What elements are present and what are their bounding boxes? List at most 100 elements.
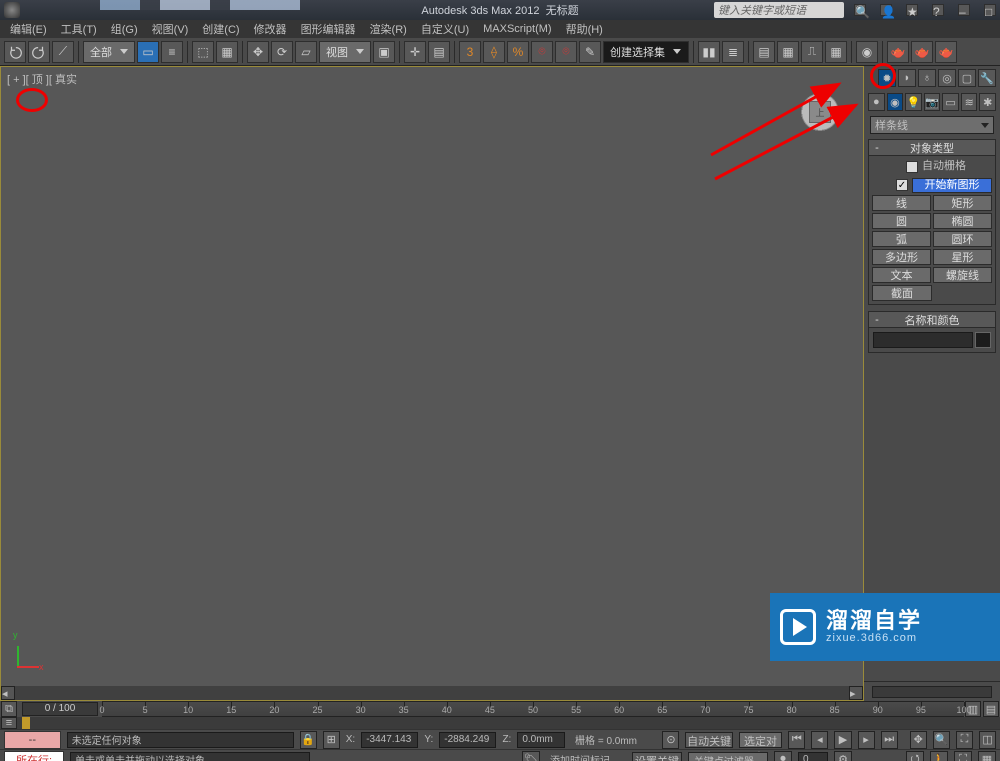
spacewarps-cat-icon[interactable]: ≋ [961,93,978,111]
trackbar-toggle2-icon[interactable]: ▤ [983,701,999,717]
link-icon[interactable]: ⟋ [52,41,74,63]
utilities-tab-icon[interactable]: 🔧 [978,69,996,87]
move-icon[interactable]: ✥ [247,41,269,63]
rendered-frame-icon[interactable]: 🫖 [911,41,933,63]
display-tab-icon[interactable]: ▢ [958,69,976,87]
redo-icon[interactable] [28,41,50,63]
mirror-icon[interactable]: ▮▮ [698,41,720,63]
rotate-icon[interactable]: ⟳ [271,41,293,63]
modify-tab-icon[interactable]: ◗ [898,69,916,87]
btn-ellipse[interactable]: 椭圆 [933,213,992,229]
object-color-swatch[interactable] [975,332,991,348]
play-icon[interactable]: ▶ [834,731,851,749]
btn-helix[interactable]: 螺旋线 [933,267,992,283]
menu-create[interactable]: 创建(C) [202,21,239,37]
coord-system-dropdown[interactable]: 视图 [319,41,371,63]
nav-pan-icon[interactable]: ✥ [910,731,927,749]
rect-select-icon[interactable]: ⬚ [192,41,214,63]
absolute-relative-icon[interactable]: ⊞ [323,731,340,749]
snap-3-icon[interactable]: 3 [459,41,481,63]
script-listener-mini[interactable]: -- [4,731,61,749]
menu-tools[interactable]: 工具(T) [61,21,97,37]
named-selection-dropdown[interactable]: 创建选择集 [603,41,689,63]
edit-named-sel-icon[interactable]: ✎ [579,41,601,63]
nav-orbit-icon[interactable]: ⭯ [906,751,924,761]
render-production-icon[interactable]: 🫖 [935,41,957,63]
undo-icon[interactable] [4,41,26,63]
graphite-icon[interactable]: ▦ [777,41,799,63]
maximize-icon[interactable]: □ [984,4,996,16]
menu-view[interactable]: 视图(V) [152,21,189,37]
scale-icon[interactable]: ▱ [295,41,317,63]
account-icon[interactable]: 👤 [880,4,892,16]
select-object-icon[interactable]: ▭ [137,41,159,63]
menu-group[interactable]: 组(G) [111,21,138,37]
menu-customize[interactable]: 自定义(U) [421,21,469,37]
current-frame-field[interactable]: 0 [798,752,828,761]
nav-zoom-all-icon[interactable]: ⛶ [956,731,973,749]
auto-key-button[interactable]: 自动关键点 [685,732,732,748]
nav-fov-icon[interactable]: ◫ [979,731,996,749]
render-setup-icon[interactable]: 🫖 [887,41,909,63]
create-tab-icon[interactable]: ✹ [878,69,896,87]
helpers-cat-icon[interactable]: ▭ [942,93,959,111]
manipulate-icon[interactable]: ✛ [404,41,426,63]
material-editor-icon[interactable]: ◉ [856,41,878,63]
hierarchy-tab-icon[interactable]: ♁ [918,69,936,87]
coord-x[interactable]: -3447.143 [361,732,418,748]
motion-tab-icon[interactable]: ◎ [938,69,956,87]
nav-min-max-icon[interactable]: ▦ [978,751,996,761]
btn-circle[interactable]: 圆 [872,213,931,229]
spline-subcat-dropdown[interactable]: 样条线 [870,116,994,134]
cameras-cat-icon[interactable]: 📷 [924,93,941,111]
track-bar[interactable]: ≡ [0,717,1000,729]
time-slider-thumb[interactable] [22,717,30,729]
layers-icon[interactable]: ▤ [753,41,775,63]
menu-render[interactable]: 渲染(R) [370,21,407,37]
lights-cat-icon[interactable]: 💡 [905,93,922,111]
key-filters-button[interactable]: 关键点过滤器... [688,752,768,761]
time-config-icon[interactable]: ⚙ [834,751,852,761]
startshape-label[interactable]: 开始新图形 [912,178,992,193]
next-frame-icon[interactable]: ▸ [858,731,875,749]
btn-text[interactable]: 文本 [872,267,931,283]
snap-options-icon[interactable]: ⌾ [555,41,577,63]
app-icon[interactable] [4,2,20,18]
menu-help[interactable]: 帮助(H) [566,21,603,37]
select-name-icon[interactable]: ≡ [161,41,183,63]
rollout-objtype-header[interactable]: 对象类型 [869,140,995,156]
btn-rectangle[interactable]: 矩形 [933,195,992,211]
systems-cat-icon[interactable]: ✱ [979,93,996,111]
viewcube[interactable]: 上 [797,89,843,135]
menu-maxscript[interactable]: MAXScript(M) [483,23,551,35]
set-key-button[interactable]: 设置关键点 [632,752,682,761]
timeline-config-icon[interactable]: ⧉ [1,701,17,717]
time-ruler[interactable]: 0510152025303540455055606570758085909510… [102,701,964,717]
btn-section[interactable]: 截面 [872,285,932,301]
h-scroll-track[interactable] [15,686,849,700]
scroll-left-icon[interactable]: ◂ [1,686,15,700]
prev-frame-icon[interactable]: ◂ [811,731,828,749]
spinner-snap-icon[interactable]: ⌾ [531,41,553,63]
add-time-tag[interactable]: 添加时间标记 [546,752,626,761]
coord-z[interactable]: 0.0mm [517,732,565,748]
frame-indicator[interactable]: 0 / 100 [22,702,98,716]
time-tag-icon[interactable]: 🏷 [522,751,540,761]
isolate-icon[interactable]: ⊙ [662,731,679,749]
panel-scroll-handle[interactable] [872,686,992,698]
percent-snap-icon[interactable]: % [507,41,529,63]
btn-star[interactable]: 星形 [933,249,992,265]
minimize-icon[interactable]: – [958,4,970,16]
btn-donut[interactable]: 圆环 [933,231,992,247]
btn-ngon[interactable]: 多边形 [872,249,931,265]
pivot-icon[interactable]: ▣ [373,41,395,63]
geometry-cat-icon[interactable]: ● [868,93,885,111]
goto-end-icon[interactable]: ⏭ [881,731,898,749]
align-icon[interactable]: ≣ [722,41,744,63]
scroll-right-icon[interactable]: ▸ [849,686,863,700]
viewport-label[interactable]: [ + ][ 顶 ][ 真实 [7,71,77,87]
nav-walk-icon[interactable]: 🚶 [930,751,948,761]
viewport-top[interactable]: [ + ][ 顶 ][ 真实 上 yx ◂ ▸ [0,66,864,701]
viewcube-face[interactable]: 上 [809,101,831,123]
info-center-icon[interactable]: 🔍 [854,4,866,16]
